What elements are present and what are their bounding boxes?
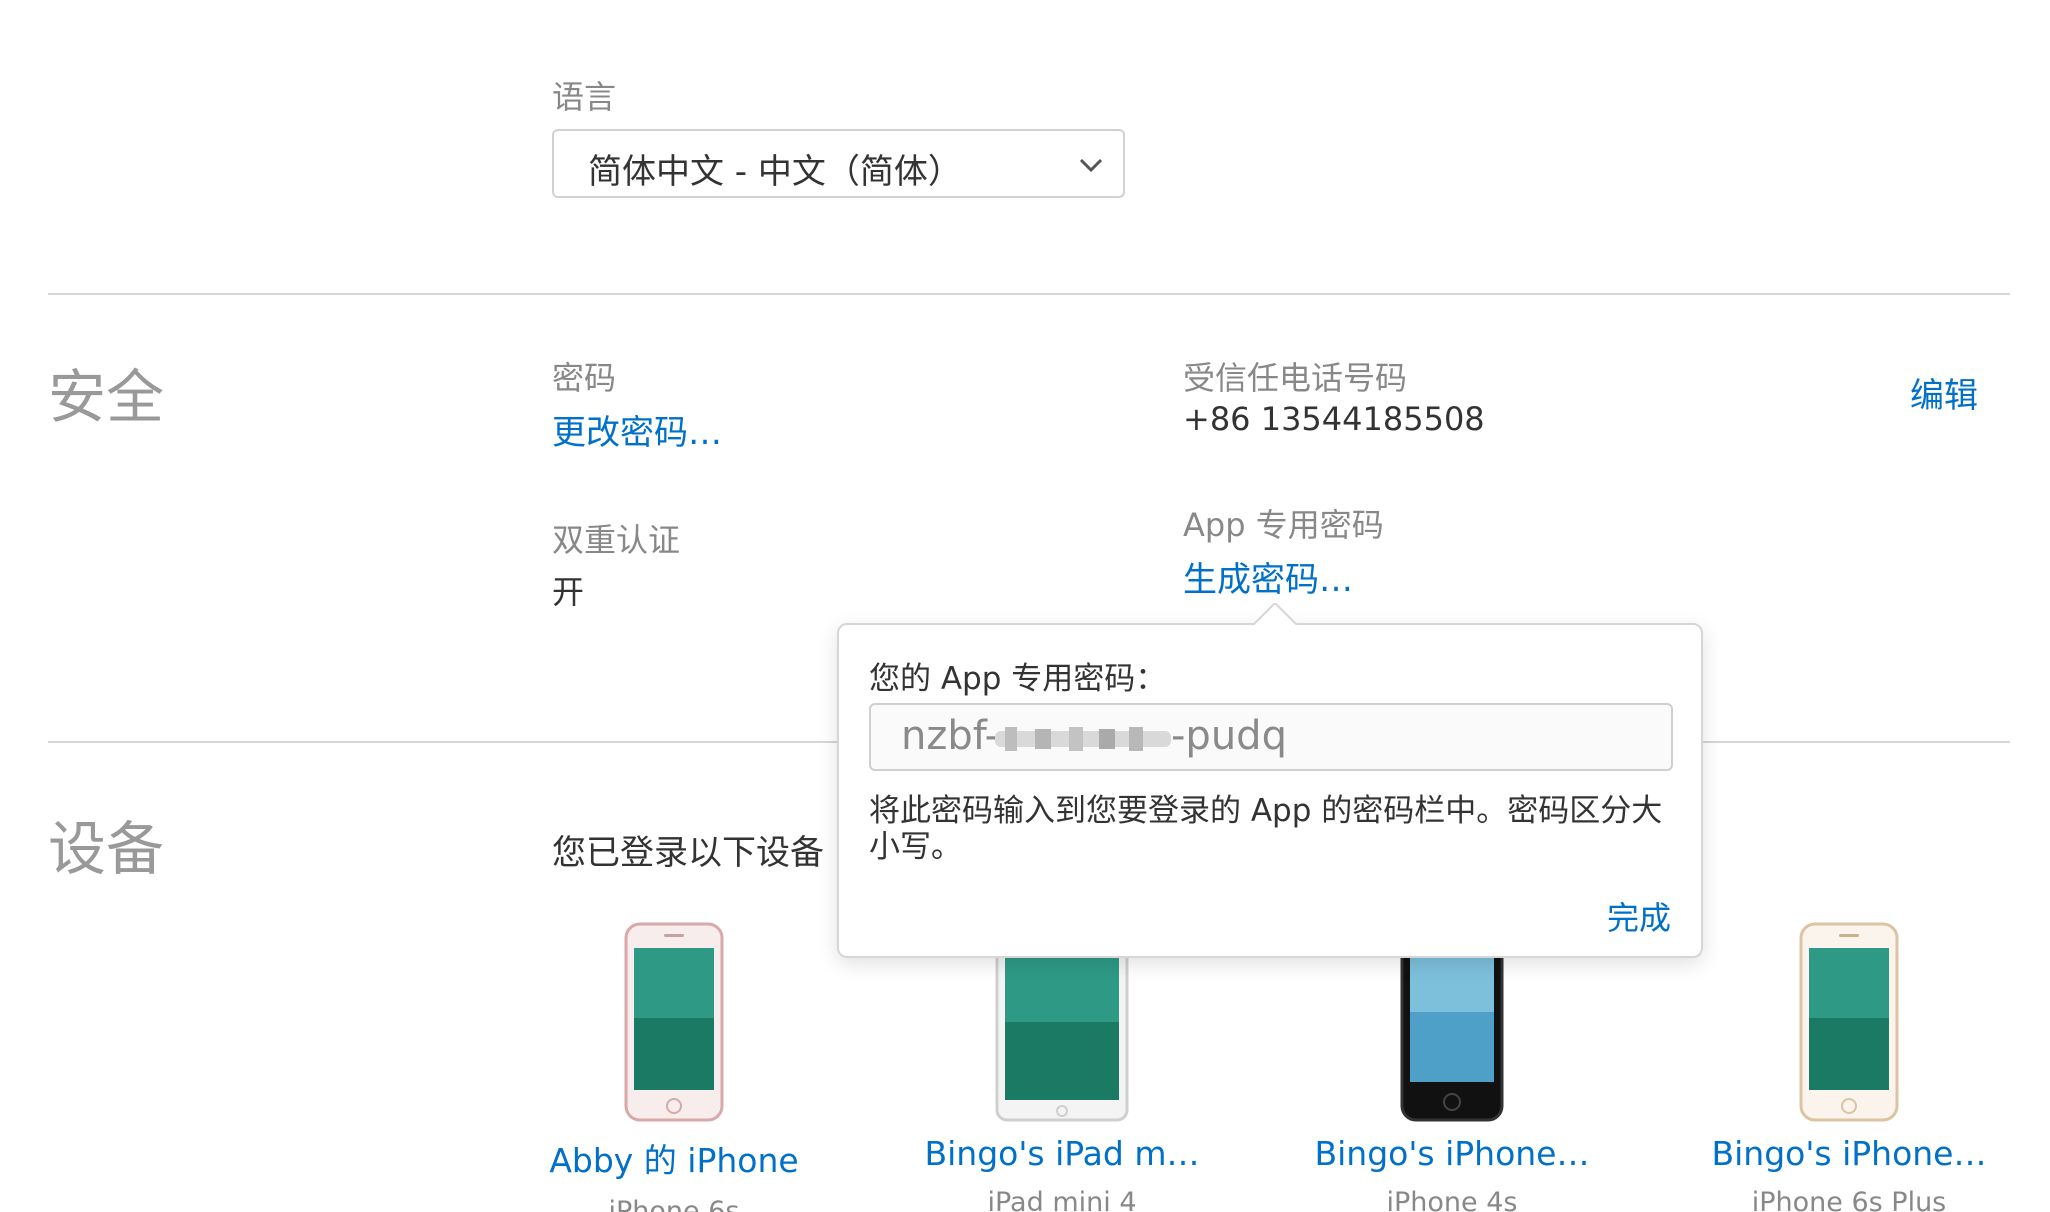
blurred-password-segment [995, 727, 1171, 751]
password-label: 密码 [552, 359, 617, 397]
two-factor-label: 双重认证 [552, 521, 681, 559]
two-factor-value: 开 [552, 573, 585, 611]
device-model: iPhone 4s [1386, 1187, 1518, 1212]
language-select[interactable]: 简体中文 - 中文（简体） [552, 129, 1125, 198]
password-prefix: nzbf- [901, 713, 1000, 759]
popover-title: 您的 App 专用密码： [869, 661, 1167, 697]
app-password-label: App 专用密码 [1183, 506, 1384, 544]
device-name[interactable]: Bingo's iPhone… [1302, 1134, 1602, 1173]
divider-top [48, 293, 2010, 295]
device-item[interactable]: Bingo's iPad m… iPad mini 4 [912, 922, 1212, 1212]
security-section-title: 安全 [48, 363, 165, 431]
generate-password-link[interactable]: 生成密码… [1183, 552, 1353, 601]
devices-section-title: 设备 [48, 815, 165, 883]
chevron-down-icon [1079, 158, 1103, 173]
app-password-popover: 您的 App 专用密码： nzbf- -pudq 将此密码输入到您要登录的 Ap… [837, 603, 1703, 958]
trusted-phone-label: 受信任电话号码 [1183, 359, 1408, 397]
device-model: iPhone 6s Plus [1751, 1187, 1947, 1212]
trusted-phone-value: +86 13544185508 [1183, 400, 1485, 438]
popover-arrow-icon [1253, 603, 1297, 625]
language-label: 语言 [552, 78, 617, 116]
edit-security-link[interactable]: 编辑 [1910, 368, 1978, 417]
device-item[interactable]: Bingo's iPhone… iPhone 6s Plus [1699, 922, 1999, 1212]
device-item[interactable]: Abby 的 iPhone iPhone 6s [524, 922, 824, 1212]
device-model: iPhone 6s [608, 1196, 740, 1212]
device-name[interactable]: Bingo's iPhone… [1699, 1134, 1999, 1173]
done-button[interactable]: 完成 [1607, 893, 1671, 939]
device-name[interactable]: Bingo's iPad m… [912, 1134, 1212, 1173]
device-item[interactable]: Bingo's iPhone… iPhone 4s [1302, 922, 1602, 1212]
app-password-field[interactable]: nzbf- -pudq [869, 703, 1673, 771]
change-password-link[interactable]: 更改密码… [552, 405, 722, 454]
password-suffix: -pudq [1171, 713, 1287, 759]
devices-intro: 您已登录以下设备 [552, 833, 824, 873]
device-name[interactable]: Abby 的 iPhone [524, 1134, 824, 1182]
iphone-gold-icon [1799, 922, 1899, 1122]
apple-id-settings-page: 语言 简体中文 - 中文（简体） 安全 密码 更改密码… 受信任电话号码 +86… [0, 0, 2050, 1212]
language-select-value: 简体中文 - 中文（简体） [588, 152, 962, 192]
popover-help-text: 将此密码输入到您要登录的 App 的密码栏中。密码区分大小写。 [869, 793, 1663, 865]
iphone-rose-icon [624, 922, 724, 1122]
device-model: iPad mini 4 [987, 1187, 1137, 1212]
